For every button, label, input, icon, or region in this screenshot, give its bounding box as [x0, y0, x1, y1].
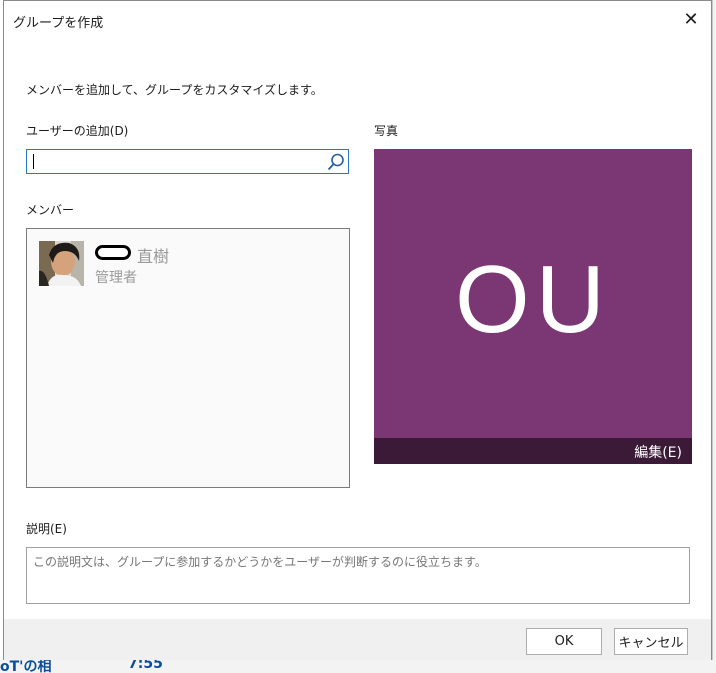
add-user-input[interactable]	[26, 149, 349, 174]
description-field[interactable]: この説明文は、グループに参加するかどうかをユーザーが判断するのに役立ちます。	[26, 547, 690, 604]
group-initials: OU	[455, 246, 611, 353]
description-label: 説明(E)	[26, 522, 67, 536]
member-name-text: 直樹	[137, 247, 170, 266]
avatar	[39, 241, 84, 286]
create-group-dialog: グループを作成 ✕ メンバーを追加して、グループをカスタマイズします。 ユーザー…	[3, 0, 712, 660]
dialog-footer: OK キャンセル	[4, 619, 711, 660]
description-placeholder: この説明文は、グループに参加するかどうかをユーザーが判断するのに役立ちます。	[33, 555, 487, 569]
edit-photo-button[interactable]: 編集(E)	[634, 442, 682, 462]
add-user-label: ユーザーの追加(D)	[26, 124, 129, 138]
background-window-edge	[712, 0, 716, 673]
cancel-button[interactable]: キャンセル	[614, 628, 688, 655]
close-icon: ✕	[683, 8, 699, 30]
member-role: 管理者	[95, 270, 137, 286]
text-caret	[33, 154, 34, 169]
search-icon[interactable]	[326, 152, 346, 172]
photo-label: 写真	[374, 124, 399, 138]
members-list[interactable]: 直樹 管理者	[26, 228, 350, 488]
list-item[interactable]: 直樹 管理者	[39, 241, 339, 289]
close-button[interactable]: ✕	[681, 8, 701, 30]
group-photo: OU 編集(E)	[374, 149, 692, 464]
ok-button[interactable]: OK	[526, 628, 602, 655]
background-window-strip: oT'の相 7:55	[0, 660, 716, 673]
instruction-text: メンバーを追加して、グループをカスタマイズします。	[26, 83, 323, 97]
title-bar: グループを作成 ✕	[4, 1, 711, 37]
dialog-title: グループを作成	[13, 16, 104, 31]
members-label: メンバー	[26, 203, 75, 217]
background-text-fragment: oT'の相	[0, 660, 52, 673]
redaction-mark	[95, 245, 131, 260]
photo-edit-bar: 編集(E)	[374, 438, 692, 464]
background-time-fragment: 7:55	[128, 660, 163, 672]
